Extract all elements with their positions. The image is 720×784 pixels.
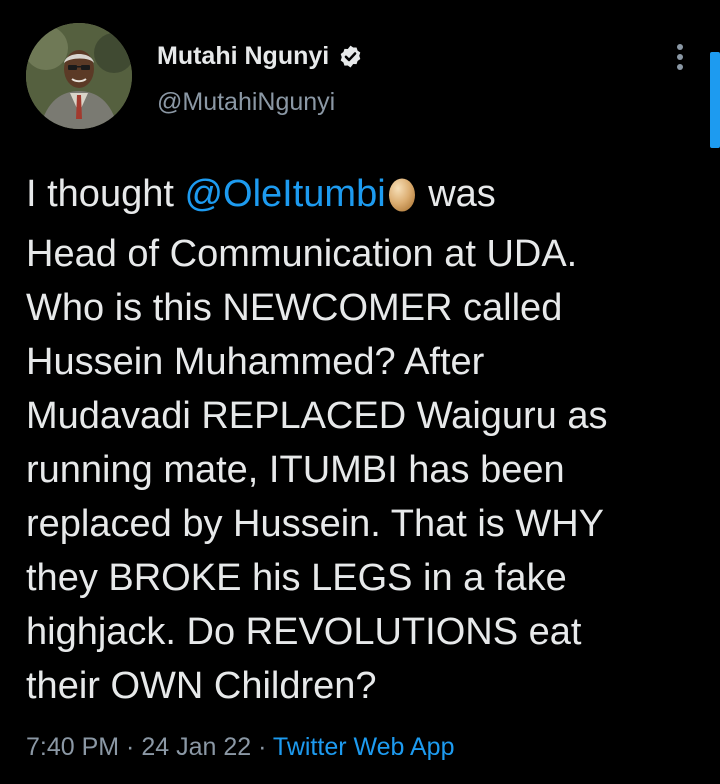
tweet-date[interactable]: 24 Jan 22 [141,733,251,761]
tweet-source-link[interactable]: Twitter Web App [273,733,455,761]
tweet-text: I thought @OleItumbi was Head of Communi… [26,167,706,713]
tweet-text-part: was Head of Communication at UDA. Who is… [26,173,608,707]
avatar[interactable] [26,23,132,129]
scrollbar-thumb[interactable] [710,52,720,148]
meta-separator: · [119,733,142,761]
author-display-name[interactable]: Mutahi Ngunyi [157,42,329,71]
tweet-meta: 7:40 PM · 24 Jan 22 · Twitter Web App [26,733,455,762]
more-vertical-icon[interactable] [668,40,692,74]
mention-link[interactable]: @OleItumbi [184,173,385,215]
verified-badge-icon [338,44,363,69]
more-dot [677,64,683,70]
author-name-row[interactable]: Mutahi Ngunyi [157,42,363,71]
author-handle[interactable]: @MutahiNgunyi [157,88,335,117]
meta-separator: · [251,733,273,761]
egg-emoji-icon [388,173,416,227]
more-dot [677,54,683,60]
more-dot [677,44,683,50]
tweet-text-part: I thought [26,173,185,215]
tweet-time[interactable]: 7:40 PM [26,733,119,761]
